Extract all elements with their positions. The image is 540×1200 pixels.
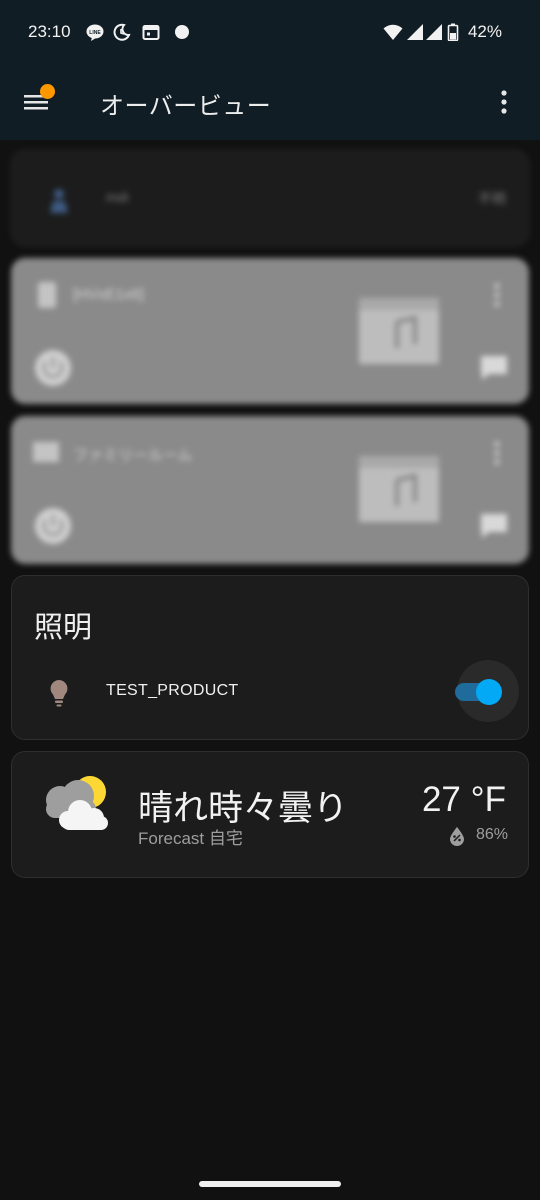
- media-card[interactable]: [HVxE1x6]: [11, 258, 529, 404]
- entity-card[interactable]: mdi 不明: [11, 150, 529, 246]
- weather-humidity: 86%: [475, 826, 508, 843]
- weather-card[interactable]: 晴れ時々曇り Forecast 自宅 27 °F 86%: [11, 751, 529, 878]
- battery-icon: [447, 23, 459, 41]
- partly-cloudy-icon: [46, 776, 108, 830]
- humidity-icon: [450, 827, 464, 846]
- svg-text:LINE: LINE: [89, 30, 101, 36]
- dot-icon: [175, 25, 189, 39]
- media-placeholder-icon: [359, 298, 439, 364]
- power-icon[interactable]: [33, 506, 73, 546]
- chat-icon[interactable]: [477, 508, 511, 542]
- more-options-icon[interactable]: [486, 82, 522, 122]
- calendar-icon: [142, 25, 160, 40]
- weather-subtitle: Forecast 自宅: [138, 829, 243, 848]
- signal-icon: [426, 24, 442, 40]
- signal-icon: [407, 24, 423, 40]
- entity-name: mdi: [106, 189, 129, 205]
- page-title: オーバービュー: [100, 93, 272, 120]
- more-options-icon[interactable]: [491, 438, 503, 468]
- lighting-card: 照明 TEST_PRODUCT: [11, 575, 529, 740]
- entity-name: TEST_PRODUCT: [106, 682, 239, 699]
- chat-icon[interactable]: [477, 350, 511, 384]
- remote-icon: [38, 282, 56, 308]
- wifi-icon: [383, 24, 403, 40]
- power-icon[interactable]: [33, 348, 73, 388]
- home-indicator[interactable]: [199, 1181, 341, 1187]
- do-not-disturb-icon: [113, 23, 131, 41]
- more-options-icon[interactable]: [491, 280, 503, 310]
- media-card[interactable]: ファミリールーム: [11, 416, 529, 564]
- weather-temperature: 27 °F: [421, 780, 506, 819]
- entity-state: 不明: [478, 191, 506, 207]
- lightbulb-icon: [50, 680, 68, 707]
- status-bar: 23:10 LINE 42%: [0, 0, 540, 66]
- notification-badge: [40, 84, 55, 99]
- card-title: 照明: [34, 612, 93, 644]
- media-name: ファミリールーム: [73, 447, 193, 464]
- app-bar: オーバービュー: [0, 66, 540, 140]
- media-placeholder-icon: [359, 456, 439, 522]
- person-icon: [50, 189, 68, 213]
- battery-percent: 42%: [467, 22, 502, 41]
- status-time: 23:10: [28, 22, 71, 41]
- tv-icon: [33, 442, 59, 462]
- line-icon: LINE: [86, 24, 104, 41]
- media-name: [HVxE1x6]: [73, 286, 144, 303]
- toggle-knob[interactable]: [476, 679, 502, 705]
